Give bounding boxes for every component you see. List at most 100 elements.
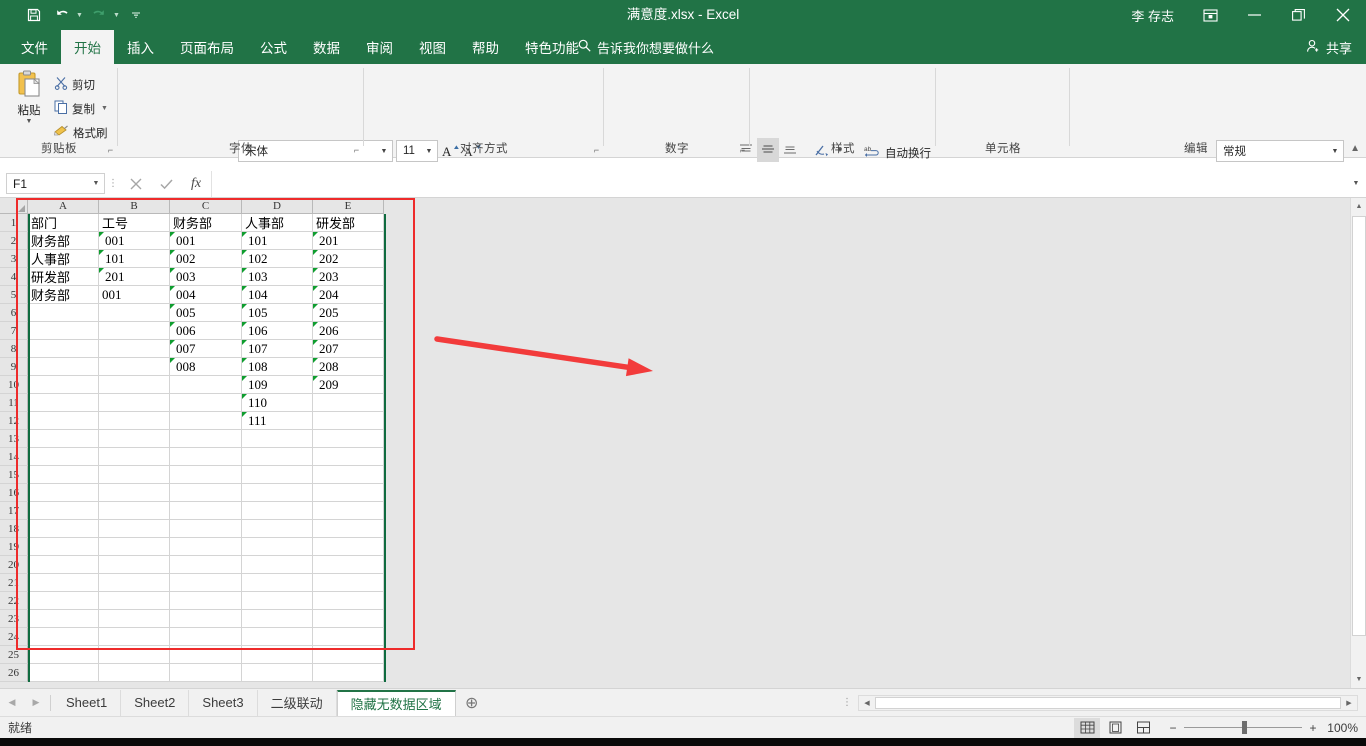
sheet-tab-sheet2[interactable]: Sheet2: [121, 689, 190, 716]
cell-D17[interactable]: [242, 502, 313, 520]
cell-C17[interactable]: [170, 502, 242, 520]
row-header-1[interactable]: 1: [0, 214, 28, 232]
cell-E18[interactable]: [313, 520, 384, 538]
cell-E1[interactable]: 研发部: [313, 214, 384, 232]
cell-D20[interactable]: [242, 556, 313, 574]
row-header-17[interactable]: 17: [0, 502, 28, 520]
number-dialog-launcher[interactable]: ⌐: [737, 145, 748, 156]
cell-E6[interactable]: 205: [313, 304, 384, 322]
row-header-14[interactable]: 14: [0, 448, 28, 466]
cell-C23[interactable]: [170, 610, 242, 628]
close-icon[interactable]: [1320, 0, 1366, 30]
user-account-name[interactable]: 李 存志: [1131, 6, 1188, 25]
zoom-out-button[interactable]: −: [1168, 721, 1178, 735]
cell-B21[interactable]: [99, 574, 170, 592]
row-header-8[interactable]: 8: [0, 340, 28, 358]
column-header-A[interactable]: A: [28, 198, 99, 214]
cell-E7[interactable]: 206: [313, 322, 384, 340]
cell-B3[interactable]: 101: [99, 250, 170, 268]
cell-E14[interactable]: [313, 448, 384, 466]
row-header-12[interactable]: 12: [0, 412, 28, 430]
cell-A22[interactable]: [28, 592, 99, 610]
row-header-13[interactable]: 13: [0, 430, 28, 448]
cell-B20[interactable]: [99, 556, 170, 574]
cell-E24[interactable]: [313, 628, 384, 646]
cell-E20[interactable]: [313, 556, 384, 574]
cell-D8[interactable]: 107: [242, 340, 313, 358]
cell-E4[interactable]: 203: [313, 268, 384, 286]
cell-C26[interactable]: [170, 664, 242, 682]
cell-C11[interactable]: [170, 394, 242, 412]
normal-view-icon[interactable]: [1074, 717, 1100, 738]
expand-formula-bar-icon[interactable]: ▼: [1346, 180, 1366, 187]
cell-E10[interactable]: 209: [313, 376, 384, 394]
column-header-D[interactable]: D: [242, 198, 313, 214]
cell-C18[interactable]: [170, 520, 242, 538]
select-all-corner[interactable]: [0, 198, 28, 214]
cell-A2[interactable]: 财务部: [28, 232, 99, 250]
cut-button[interactable]: 剪切: [54, 76, 95, 93]
row-header-5[interactable]: 5: [0, 286, 28, 304]
cell-A3[interactable]: 人事部: [28, 250, 99, 268]
cell-A10[interactable]: [28, 376, 99, 394]
cell-A6[interactable]: [28, 304, 99, 322]
sheet-bar-grip[interactable]: ⋮: [836, 697, 858, 708]
tab-insert[interactable]: 插入: [114, 30, 167, 64]
formula-input[interactable]: [211, 170, 1346, 197]
restore-icon[interactable]: [1276, 0, 1320, 30]
cell-E11[interactable]: [313, 394, 384, 412]
row-header-23[interactable]: 23: [0, 610, 28, 628]
horizontal-scroll-thumb[interactable]: [875, 696, 1341, 709]
cell-C21[interactable]: [170, 574, 242, 592]
zoom-track[interactable]: [1184, 721, 1302, 734]
row-header-24[interactable]: 24: [0, 628, 28, 646]
cell-D5[interactable]: 104: [242, 286, 313, 304]
vertical-scrollbar[interactable]: ▲ ▼: [1350, 198, 1366, 688]
cell-B17[interactable]: [99, 502, 170, 520]
cell-D4[interactable]: 103: [242, 268, 313, 286]
cell-A11[interactable]: [28, 394, 99, 412]
cell-C6[interactable]: 005: [170, 304, 242, 322]
cell-C3[interactable]: 002: [170, 250, 242, 268]
cell-D23[interactable]: [242, 610, 313, 628]
cell-B4[interactable]: 201: [99, 268, 170, 286]
ribbon-display-options-icon[interactable]: [1188, 0, 1232, 30]
cell-C7[interactable]: 006: [170, 322, 242, 340]
cell-D13[interactable]: [242, 430, 313, 448]
cell-C14[interactable]: [170, 448, 242, 466]
cell-D19[interactable]: [242, 538, 313, 556]
row-header-26[interactable]: 26: [0, 664, 28, 682]
cell-D14[interactable]: [242, 448, 313, 466]
cell-A23[interactable]: [28, 610, 99, 628]
cell-A24[interactable]: [28, 628, 99, 646]
cell-E3[interactable]: 202: [313, 250, 384, 268]
cell-E8[interactable]: 207: [313, 340, 384, 358]
cell-B13[interactable]: [99, 430, 170, 448]
cell-C12[interactable]: [170, 412, 242, 430]
name-box[interactable]: F1 ▼: [6, 173, 105, 194]
cell-B22[interactable]: [99, 592, 170, 610]
tab-data[interactable]: 数据: [300, 30, 353, 64]
row-header-9[interactable]: 9: [0, 358, 28, 376]
next-sheet-icon[interactable]: ▶: [24, 690, 48, 716]
cell-B25[interactable]: [99, 646, 170, 664]
cell-D3[interactable]: 102: [242, 250, 313, 268]
cell-E5[interactable]: 204: [313, 286, 384, 304]
cell-B1[interactable]: 工号: [99, 214, 170, 232]
cell-D26[interactable]: [242, 664, 313, 682]
cell-B16[interactable]: [99, 484, 170, 502]
cell-B9[interactable]: [99, 358, 170, 376]
copy-button[interactable]: 复制 ▼: [54, 100, 108, 117]
cell-B14[interactable]: [99, 448, 170, 466]
row-header-20[interactable]: 20: [0, 556, 28, 574]
cell-B10[interactable]: [99, 376, 170, 394]
cell-C19[interactable]: [170, 538, 242, 556]
tab-view[interactable]: 视图: [406, 30, 459, 64]
add-sheet-icon[interactable]: ⊕: [456, 690, 488, 716]
cell-D11[interactable]: 110: [242, 394, 313, 412]
scroll-left-icon[interactable]: ◀: [859, 699, 875, 707]
row-header-4[interactable]: 4: [0, 268, 28, 286]
prev-sheet-icon[interactable]: ◀: [0, 690, 24, 716]
row-header-15[interactable]: 15: [0, 466, 28, 484]
cell-C22[interactable]: [170, 592, 242, 610]
